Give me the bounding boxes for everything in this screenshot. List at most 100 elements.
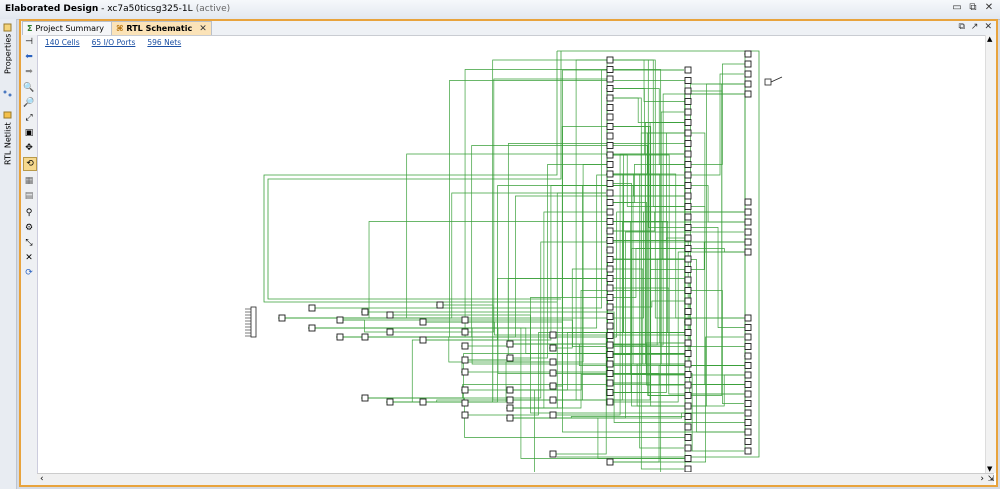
schematic-cell	[684, 318, 692, 326]
schematic-cell	[606, 132, 614, 140]
schematic-cell	[419, 318, 427, 326]
schematic-cell	[549, 369, 557, 377]
tab-project-summary[interactable]: Σ Project Summary ✕	[22, 21, 124, 35]
zoom-fit-icon[interactable]: ⤢	[23, 112, 35, 124]
forward-icon[interactable]: ➡	[23, 66, 35, 78]
schematic-cell	[606, 170, 614, 178]
tab-rtl-schematic[interactable]: ⌘ RTL Schematic ✕	[111, 21, 212, 35]
net-wire	[554, 332, 684, 455]
schematic-cell	[606, 284, 614, 292]
settings-icon[interactable]: ⚙	[23, 222, 35, 234]
net-wire	[554, 122, 684, 401]
schematic-cell	[744, 50, 752, 58]
refresh-icon[interactable]: ⟳	[23, 267, 35, 279]
collapse-icon[interactable]: ✕	[23, 252, 35, 264]
schematic-cell	[549, 411, 557, 419]
schematic-canvas[interactable]	[37, 47, 992, 472]
schematic-cell	[606, 351, 614, 358]
schematic-cell	[606, 360, 614, 368]
vertical-scrollbar[interactable]: ▲ ▼	[985, 35, 996, 473]
schematic-cell	[606, 199, 614, 206]
zoom-out-icon[interactable]: 🔎	[23, 97, 35, 109]
schematic-cell	[549, 450, 557, 458]
netlist-icon	[4, 111, 12, 119]
close-tab-icon[interactable]: ✕	[199, 24, 207, 34]
minimize-icon[interactable]: ▭	[952, 3, 962, 13]
go-to-source-icon[interactable]: ⊣	[23, 36, 35, 48]
nets-link[interactable]: 596 Nets	[147, 38, 181, 47]
schematic-cell	[684, 392, 692, 399]
schematic-cell	[506, 340, 514, 348]
schematic-cell	[684, 339, 692, 347]
close-view-icon[interactable]: ✕	[984, 22, 992, 32]
schematic-cell	[606, 113, 614, 121]
net-wire	[336, 69, 611, 338]
schematic-cell	[606, 94, 614, 102]
schematic-cell	[684, 182, 692, 189]
net-wire	[391, 339, 419, 403]
expand-icon[interactable]: ⤡	[23, 237, 35, 249]
search-icon[interactable]: ⚲	[23, 207, 35, 219]
resize-corner-icon[interactable]: ⇲	[986, 473, 996, 484]
schematic-cell	[744, 390, 752, 398]
net-wire	[684, 83, 749, 396]
scroll-up-icon[interactable]: ▲	[987, 35, 992, 43]
schematic-cell	[744, 314, 752, 322]
schematic-cell	[744, 80, 752, 88]
schematic-cell	[684, 350, 692, 357]
net-wire	[313, 174, 684, 329]
schematic-cell	[684, 224, 692, 231]
ports-link[interactable]: 65 I/O Ports	[92, 38, 136, 47]
schematic-cell	[684, 381, 692, 389]
toggle-icon[interactable]: ⟲	[23, 157, 37, 171]
select-area-icon[interactable]: ▦	[23, 175, 35, 187]
net-wire	[689, 83, 744, 407]
schematic-cell	[744, 419, 752, 426]
grid-icon[interactable]: ▤	[23, 190, 35, 202]
schematic-cell	[744, 60, 752, 68]
schematic-cell	[684, 287, 692, 294]
scroll-left-icon[interactable]: ‹	[40, 474, 44, 484]
schematic-cell	[606, 389, 614, 396]
back-icon[interactable]: ⬅	[23, 51, 35, 63]
rtl-netlist-tab[interactable]: RTL Netlist	[1, 111, 15, 173]
schematic-cell	[684, 465, 692, 472]
net-wire	[313, 327, 684, 459]
close-window-icon[interactable]: ✕	[984, 3, 994, 13]
net-wire	[511, 192, 606, 409]
schematic-cell	[744, 228, 752, 236]
properties-tab[interactable]: Properties	[1, 23, 15, 83]
zoom-in-icon[interactable]: 🔍	[23, 82, 35, 94]
schematic-cell	[684, 255, 692, 263]
scroll-right-icon[interactable]: ›	[980, 474, 984, 484]
net-wire	[684, 374, 749, 407]
auto-fit-icon[interactable]: ✥	[23, 142, 35, 154]
schematic-cell	[684, 77, 692, 84]
schematic-cell	[606, 275, 614, 282]
schematic-cell	[606, 265, 614, 273]
schematic-cell	[336, 316, 344, 324]
float-icon[interactable]: ⧉	[958, 22, 964, 32]
schematic-cell	[386, 398, 394, 406]
cells-link[interactable]: 140 Cells	[45, 38, 80, 47]
schematic-cell	[684, 119, 692, 126]
schematic-cell	[744, 381, 752, 388]
restore-icon[interactable]: ⧉	[968, 3, 978, 13]
net-wire	[313, 69, 684, 309]
schematic-cell	[606, 332, 614, 339]
schematic-cell	[684, 297, 692, 305]
zoom-area-icon[interactable]: ▣	[23, 127, 35, 139]
net-wire	[689, 73, 744, 176]
schematic-cell	[419, 336, 427, 344]
window-title: Elaborated Design - xc7a50ticsg325-1L (a…	[5, 4, 231, 14]
schematic-cell	[361, 394, 369, 402]
maximize-icon[interactable]: ↗	[971, 22, 979, 32]
net-wire	[436, 304, 554, 401]
scroll-down-icon[interactable]: ▼	[987, 465, 992, 473]
hierarchy-tab[interactable]	[1, 89, 15, 103]
net-wire	[684, 227, 749, 328]
schematic-cell	[606, 303, 614, 311]
properties-icon	[4, 23, 12, 32]
horizontal-scrollbar[interactable]: ‹ ›	[37, 473, 994, 485]
schematic-cell	[744, 218, 752, 226]
